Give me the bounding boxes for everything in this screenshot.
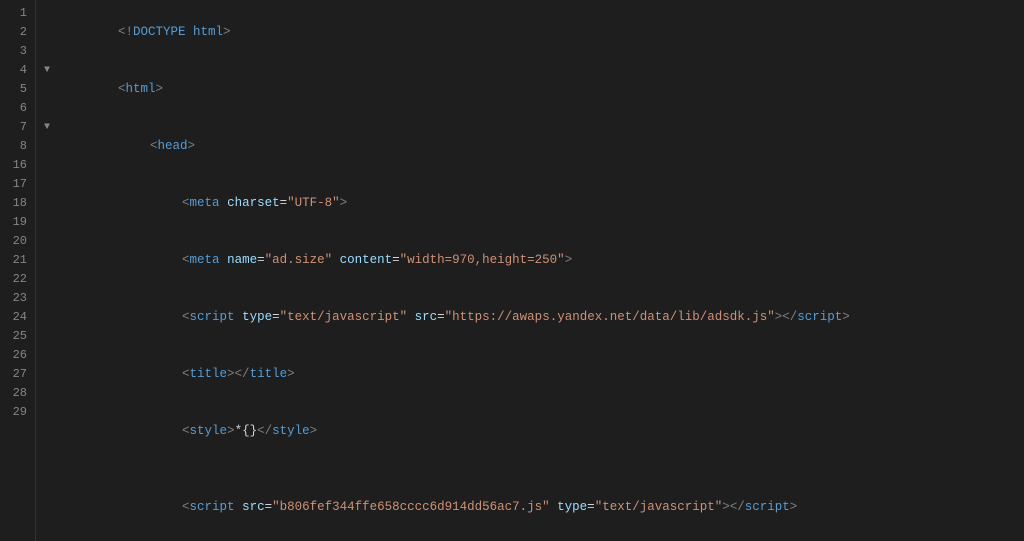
doctype-text: DOCTYPE html [133,25,223,39]
ln-2: 2 [4,23,27,42]
ln-29: 29 [4,403,27,422]
line-1-content: <!DOCTYPE html> [58,4,1016,61]
ln-5: 5 [4,80,27,99]
ln-20: 20 [4,232,27,251]
ln-17: 17 [4,175,27,194]
code-line-7: <title></title> [36,346,1024,403]
tag-close: > [223,25,231,39]
fold-arrow-3[interactable]: ▼ [44,118,56,137]
line-numbers: 1 2 3 4 5 6 7 8 16 17 18 19 20 21 22 23 … [0,0,36,541]
ln-1: 1 [4,4,27,23]
ln-6: 6 [4,99,27,118]
ln-21: 21 [4,251,27,270]
ln-28: 28 [4,384,27,403]
code-line-4: <meta charset="UTF-8"> [36,175,1024,232]
code-editor: 1 2 3 4 5 6 7 8 16 17 18 19 20 21 22 23 … [0,0,1024,541]
code-line-1: <!DOCTYPE html> [36,4,1024,61]
code-line-2: ▼ <html> [36,61,1024,118]
ln-18: 18 [4,194,27,213]
code-line-6: <script type="text/javascript" src="http… [36,289,1024,346]
code-line-17: <script src="b806fef344ffe658cccc6d914dd… [36,479,1024,536]
ln-25: 25 [4,327,27,346]
ln-26: 26 [4,346,27,365]
html-tag: html [126,82,156,96]
ln-8: 8 [4,137,27,156]
line-2-content: <html> [58,61,1016,118]
ln-27: 27 [4,365,27,384]
ln-16: 16 [4,156,27,175]
ln-7: 7 [4,118,27,137]
code-content-area[interactable]: <!DOCTYPE html> ▼ <html> ▼ <head> <meta … [36,0,1024,541]
code-line-3: ▼ <head> [36,118,1024,175]
code-line-8: <style>*{}</style> [36,403,1024,460]
tag-open: <! [118,25,133,39]
code-line-5: <meta name="ad.size" content="width=970,… [36,232,1024,289]
ln-19: 19 [4,213,27,232]
ln-22: 22 [4,270,27,289]
ln-23: 23 [4,289,27,308]
tag-open-2: < [118,82,126,96]
ln-4: 4 [4,61,27,80]
code-line-18: ▼ <script type="text/javascript"> [36,536,1024,541]
fold-arrow-2[interactable]: ▼ [44,61,56,80]
line-3-content: <head> [58,118,1016,175]
tag-close-2: > [156,82,164,96]
fold-arrow-1[interactable] [44,4,56,23]
ln-3: 3 [4,42,27,61]
ln-24: 24 [4,308,27,327]
code-line-16 [36,460,1024,479]
